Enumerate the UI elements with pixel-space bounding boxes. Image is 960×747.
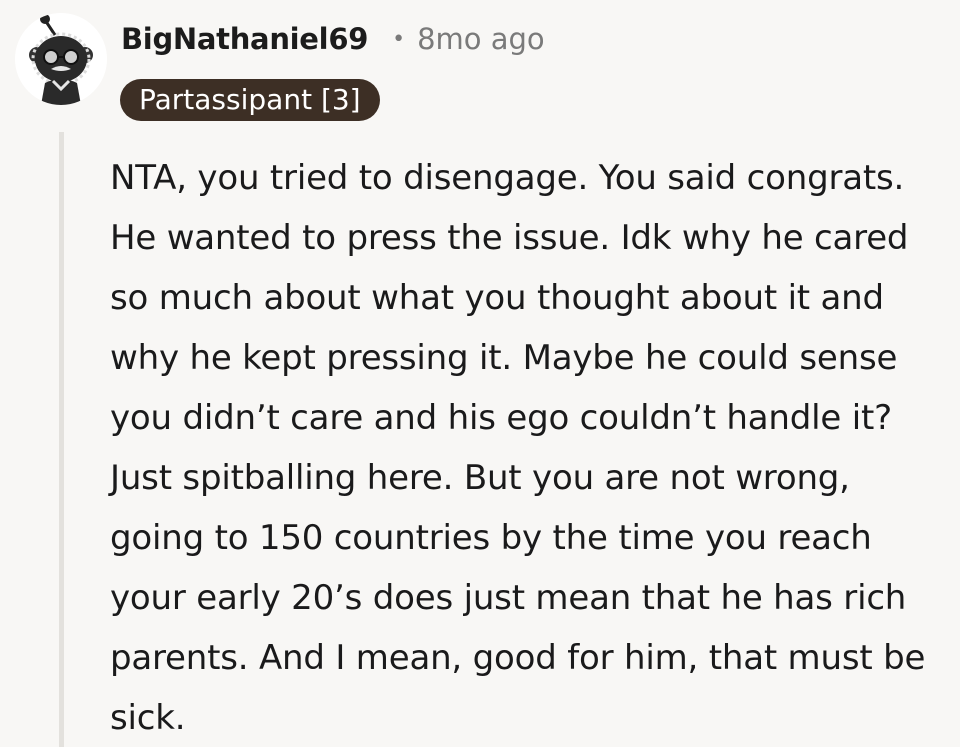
user-flair-badge: Partassipant [3] <box>120 79 380 121</box>
username-link[interactable]: BigNathaniel69 <box>121 22 368 56</box>
thread-line[interactable] <box>59 132 64 747</box>
comment-body: NTA, you tried to disengage. You said co… <box>110 148 950 747</box>
comment-text: NTA, you tried to disengage. You said co… <box>110 158 926 738</box>
comment: BigNathaniel69 • 8mo ago Partassipant [3… <box>0 0 960 747</box>
comment-header: BigNathaniel69 • 8mo ago <box>121 22 545 56</box>
user-avatar-icon[interactable] <box>15 13 107 105</box>
timestamp-link[interactable]: 8mo ago <box>417 22 545 56</box>
separator-dot: • <box>392 27 406 52</box>
